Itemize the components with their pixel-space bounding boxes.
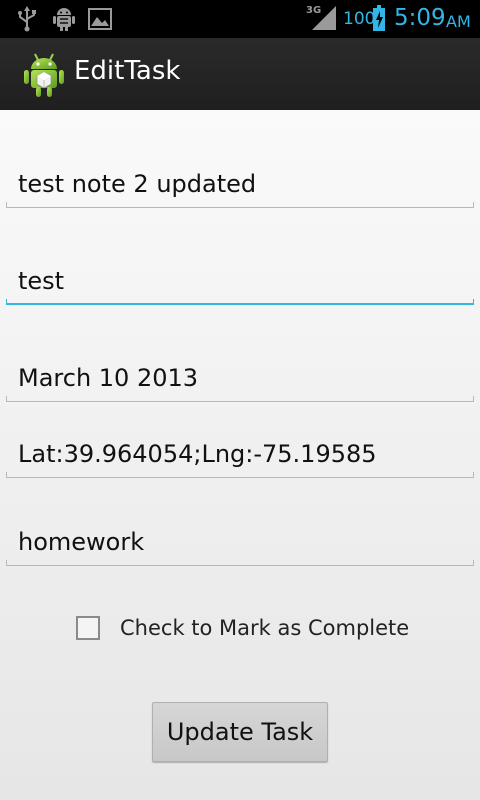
clock-time: 5:09 <box>394 5 446 31</box>
battery-charging-icon <box>373 5 385 31</box>
signal-strength-icon <box>312 6 336 30</box>
usb-icon <box>18 6 36 32</box>
date-field[interactable]: March 10 2013 <box>6 352 474 402</box>
field-underline <box>6 202 474 208</box>
field-underline <box>6 560 474 566</box>
update-task-button[interactable]: Update Task <box>152 702 328 762</box>
location-field[interactable]: Lat:39.964054;Lng:-75.19585 <box>6 428 474 478</box>
category-field[interactable]: homework <box>6 516 474 566</box>
field-underline <box>6 472 474 478</box>
task-name-value: test note 2 updated <box>18 170 257 198</box>
image-icon <box>88 8 112 30</box>
field-underline <box>6 396 474 402</box>
complete-checkbox[interactable] <box>76 616 100 640</box>
action-bar: EditTask <box>0 38 480 110</box>
battery-percent: 100 <box>343 9 376 29</box>
clock-ampm: AM <box>446 12 471 31</box>
field-underline-focused <box>6 299 474 305</box>
status-bar: 3G 100 5:09 AM <box>0 0 480 38</box>
description-value: test <box>18 267 65 295</box>
edit-task-form: test note 2 updated test March 10 2013 L… <box>0 110 480 800</box>
complete-checkbox-label[interactable]: Check to Mark as Complete <box>120 616 409 640</box>
android-app-icon[interactable] <box>22 52 66 98</box>
description-field[interactable]: test <box>6 255 474 305</box>
action-bar-title: EditTask <box>74 56 181 86</box>
complete-checkbox-row[interactable]: Check to Mark as Complete <box>74 604 434 654</box>
task-name-field[interactable]: test note 2 updated <box>6 158 474 208</box>
android-debug-icon <box>53 8 75 31</box>
location-value: Lat:39.964054;Lng:-75.19585 <box>18 440 377 468</box>
date-value: March 10 2013 <box>18 364 199 392</box>
category-value: homework <box>18 528 145 556</box>
